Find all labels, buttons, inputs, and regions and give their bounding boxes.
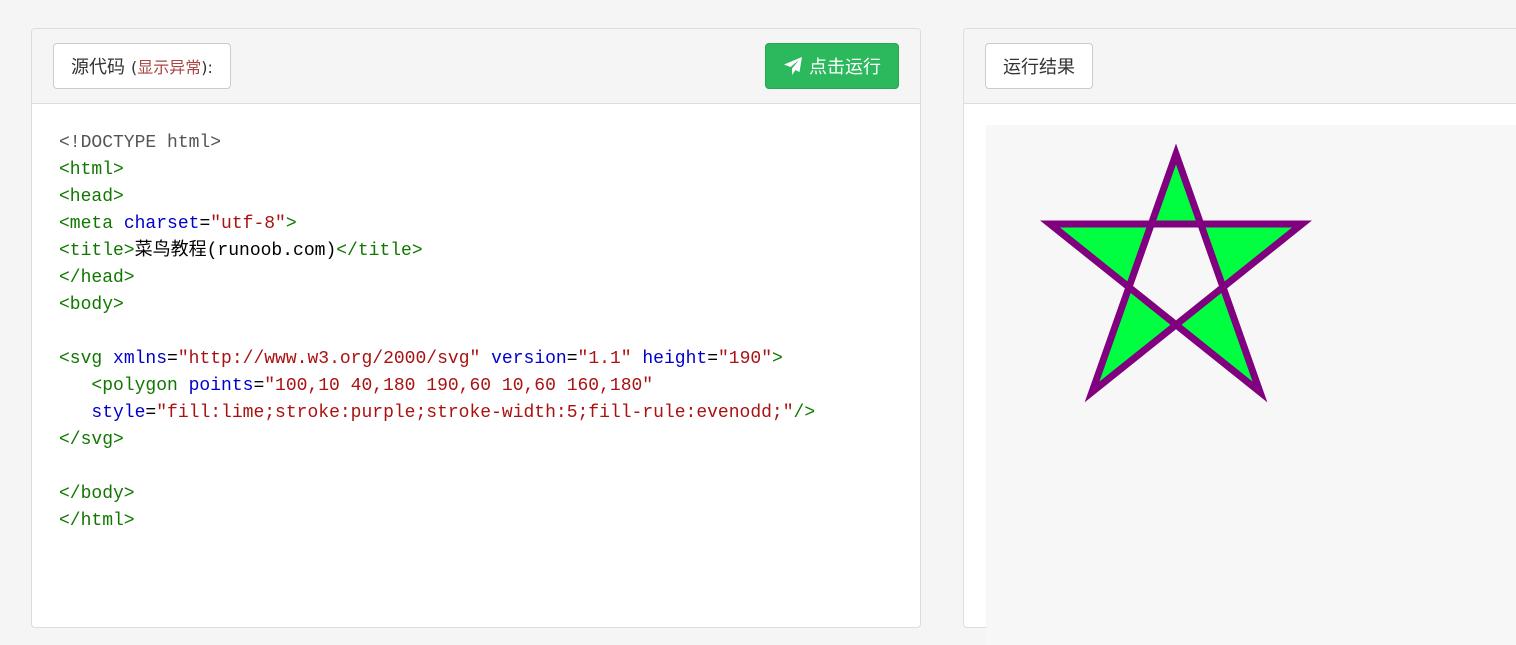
code-token: = [707, 349, 718, 369]
code-editor[interactable]: <!DOCTYPE html> <html> <head> <meta charset… [59, 130, 910, 535]
result-label: 运行结果 [1003, 57, 1075, 78]
code-token: </head> [59, 268, 135, 288]
code-line: <!DOCTYPE html> [59, 130, 910, 157]
source-code-label: 源代码 [71, 57, 125, 78]
run-button-label: 点击运行 [809, 57, 881, 78]
result-frame [986, 125, 1516, 645]
hint-close: ): [201, 58, 213, 77]
source-panel-header: 源代码 (显示异常): 点击运行 [32, 29, 920, 104]
code-token: xmlns [113, 349, 168, 369]
code-line: </svg> [59, 427, 910, 454]
code-line: </html> [59, 508, 910, 535]
code-token: height [642, 349, 708, 369]
error-hint: (显示异常): [131, 54, 213, 78]
code-token: = [253, 376, 265, 396]
code-token: <html> [59, 160, 124, 180]
source-code-panel: 源代码 (显示异常): 点击运行 <!DOCTYPE html> <html> <h… [31, 28, 921, 628]
code-token: /> [793, 403, 816, 423]
code-token: </html> [59, 511, 135, 531]
code-token: </svg> [59, 430, 124, 450]
code-token: </body> [59, 484, 135, 504]
code-token: "100,10 40,180 190,60 10,60 160,180" [264, 376, 654, 396]
code-token: style [91, 403, 146, 423]
paper-plane-icon [784, 57, 802, 75]
code-token: = [145, 403, 157, 423]
code-token: > [772, 349, 783, 369]
code-token: = [566, 349, 578, 369]
code-token: version [491, 349, 567, 369]
code-token: </title> [336, 241, 423, 261]
code-token: <polygon [91, 376, 189, 396]
code-token: 菜鸟教程(runoob.com) [134, 241, 337, 261]
code-token: <title> [59, 241, 135, 261]
code-line: <svg xmlns="http://www.w3.org/2000/svg" … [59, 346, 910, 373]
code-token: <!DOCTYPE html> [59, 133, 222, 153]
code-line: <meta charset="utf-8"> [59, 211, 910, 238]
result-svg [1040, 143, 1312, 403]
star-polygon [1040, 143, 1312, 403]
result-panel: 运行结果 [963, 28, 1516, 645]
code-line: <title>菜鸟教程(runoob.com)</title> [59, 238, 910, 265]
run-button[interactable]: 点击运行 [765, 43, 899, 89]
code-line: </body> [59, 481, 910, 508]
code-token: = [199, 214, 211, 234]
code-token: <body> [59, 295, 124, 315]
code-token: "1.1" [577, 349, 632, 369]
code-line: <polygon points="100,10 40,180 190,60 10… [59, 373, 910, 400]
source-code-tab: 源代码 (显示异常): [53, 43, 231, 89]
code-token: = [167, 349, 178, 369]
code-token: > [285, 214, 297, 234]
show-error-link[interactable]: 显示异常 [137, 58, 201, 77]
code-token: <head> [59, 187, 124, 207]
code-token: points [188, 376, 254, 396]
code-line: <body> [59, 292, 910, 319]
result-panel-header: 运行结果 [964, 29, 1516, 104]
code-line: </head> [59, 265, 910, 292]
code-token: <svg [59, 349, 114, 369]
code-token: <meta [59, 214, 124, 234]
code-token: "http://www.w3.org/2000/svg" [177, 349, 481, 369]
code-token: charset [123, 214, 200, 234]
code-line: style="fill:lime;stroke:purple;stroke-wi… [59, 400, 910, 427]
result-tab: 运行结果 [985, 43, 1093, 89]
code-token: "fill:lime;stroke:purple;stroke-width:5;… [156, 403, 794, 423]
code-line: <head> [59, 184, 910, 211]
code-token: "190" [718, 349, 773, 369]
code-token: "utf-8" [210, 214, 286, 234]
code-line: <html> [59, 157, 910, 184]
